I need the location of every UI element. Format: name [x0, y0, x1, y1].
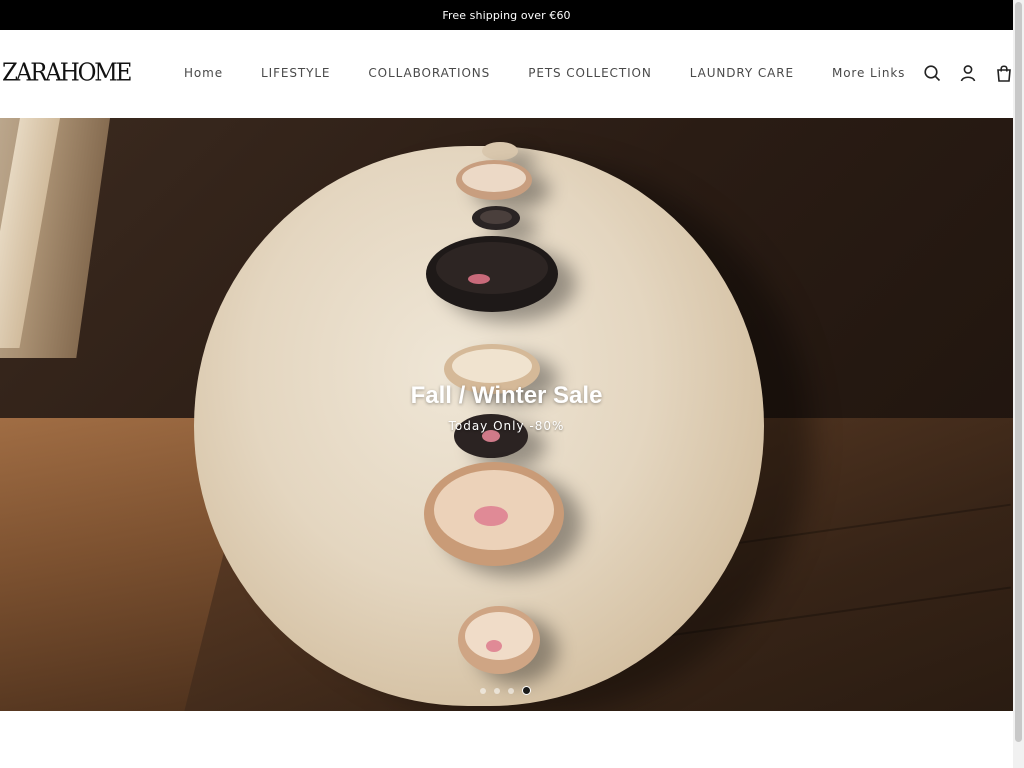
- slide-dot-4[interactable]: [522, 686, 531, 695]
- nav-item-pets-collection[interactable]: PETS COLLECTION: [528, 66, 652, 80]
- main-nav: Home LIFESTYLE COLLABORATIONS PETS COLLE…: [184, 66, 905, 80]
- bowl: [456, 160, 532, 200]
- site-header: ZARAHOME Home LIFESTYLE COLLABORATIONS P…: [0, 30, 1013, 119]
- nav-item-home[interactable]: Home: [184, 66, 223, 80]
- announcement-text: Free shipping over €60: [442, 8, 571, 22]
- announcement-bar: Free shipping over €60: [0, 0, 1013, 30]
- cart-icon[interactable]: [994, 63, 1014, 83]
- slide-dot-1[interactable]: [480, 687, 486, 694]
- bowl: [458, 606, 540, 674]
- nav-item-more-links[interactable]: More Links: [832, 66, 905, 80]
- scrollbar-thumb[interactable]: [1015, 2, 1022, 742]
- hero-title: Fall / Winter Sale: [410, 382, 603, 409]
- slide-dot-2[interactable]: [494, 687, 500, 694]
- nav-item-lifestyle[interactable]: LIFESTYLE: [261, 66, 330, 80]
- bowl: [482, 142, 518, 160]
- search-icon[interactable]: [922, 63, 942, 83]
- page-scrollbar[interactable]: [1013, 0, 1024, 768]
- slide-indicator: [480, 686, 531, 695]
- hero-subtitle: Today Only -80%: [448, 419, 565, 433]
- bowl: [472, 206, 520, 230]
- bowl: [424, 462, 564, 566]
- bowl: [426, 236, 558, 312]
- header-icons: [922, 63, 1014, 83]
- account-icon[interactable]: [958, 63, 978, 83]
- nav-item-collaborations[interactable]: COLLABORATIONS: [368, 66, 490, 80]
- logo[interactable]: ZARAHOME: [2, 59, 132, 86]
- nav-item-laundry-care[interactable]: LAUNDRY CARE: [690, 66, 794, 80]
- slide-dot-3[interactable]: [508, 687, 514, 694]
- hero-banner[interactable]: Fall / Winter Sale Today Only -80%: [0, 118, 1013, 711]
